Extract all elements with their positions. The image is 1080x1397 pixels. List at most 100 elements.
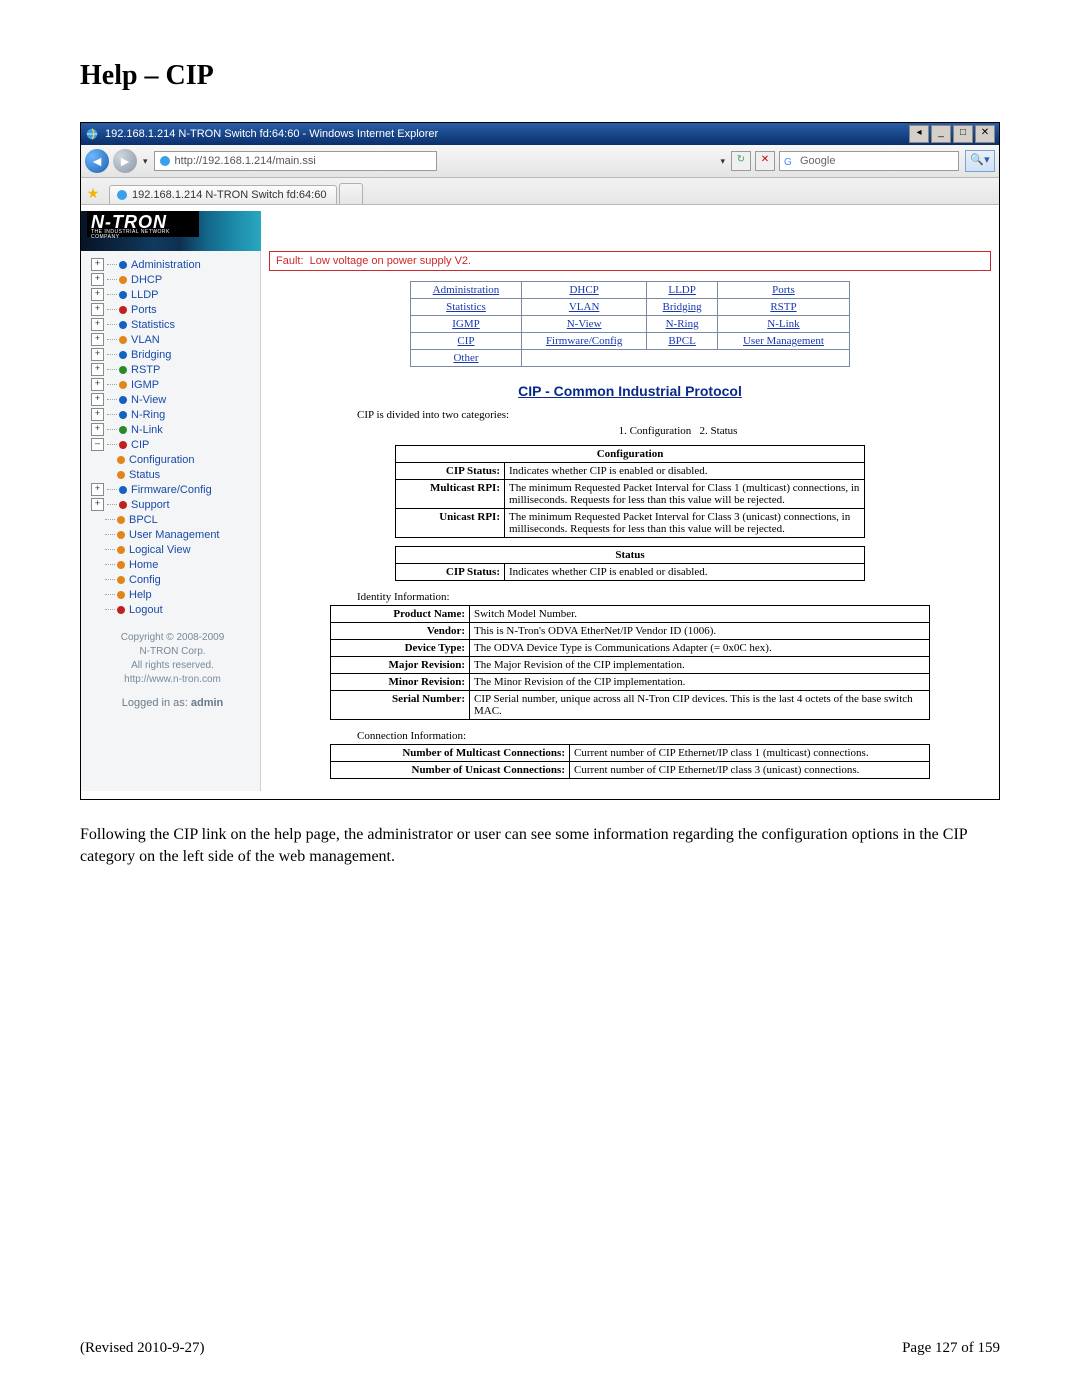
sidebar-item-statistics[interactable]: +Statistics bbox=[89, 317, 256, 332]
sidebar-item-vlan[interactable]: +VLAN bbox=[89, 332, 256, 347]
expand-icon[interactable]: + bbox=[91, 303, 104, 316]
sidebar-item-label: N-View bbox=[131, 394, 166, 406]
tree-spacer bbox=[91, 529, 102, 540]
expand-icon[interactable]: + bbox=[91, 348, 104, 361]
help-link-dhcp[interactable]: DHCP bbox=[569, 284, 598, 296]
help-link-n-view[interactable]: N-View bbox=[567, 318, 602, 330]
connection-section-label: Connection Information: bbox=[357, 730, 999, 742]
sidebar-item-firmware-config[interactable]: +Firmware/Config bbox=[89, 482, 256, 497]
help-link-administration[interactable]: Administration bbox=[433, 284, 500, 296]
sidebar-item-n-link[interactable]: +N-Link bbox=[89, 422, 256, 437]
minimize-button[interactable]: _ bbox=[931, 125, 951, 143]
sidebar-item-n-view[interactable]: + N-View bbox=[89, 392, 256, 407]
help-link-vlan[interactable]: VLAN bbox=[569, 301, 600, 313]
help-link-bpcl[interactable]: BPCL bbox=[668, 335, 696, 347]
sidebar-item-help[interactable]: Help bbox=[89, 587, 256, 602]
tree-spacer bbox=[91, 559, 102, 570]
maximize-button[interactable]: □ bbox=[953, 125, 973, 143]
row-key: Vendor: bbox=[331, 623, 470, 640]
tree-bullet-icon bbox=[119, 321, 127, 329]
sidebar-item-lldp[interactable]: +LLDP bbox=[89, 287, 256, 302]
help-link-other[interactable]: Other bbox=[453, 352, 478, 364]
tree-connector bbox=[105, 534, 115, 535]
help-link-n-ring[interactable]: N-Ring bbox=[666, 318, 699, 330]
sidebar-item-user-management[interactable]: User Management bbox=[89, 527, 256, 542]
row-value: The ODVA Device Type is Communications A… bbox=[470, 640, 930, 657]
help-link-rstp[interactable]: RSTP bbox=[770, 301, 796, 313]
sidebar-item-bpcl[interactable]: BPCL bbox=[89, 512, 256, 527]
expand-icon[interactable]: + bbox=[91, 288, 104, 301]
table-row: Serial Number:CIP Serial number, unique … bbox=[331, 691, 930, 720]
help-link-lldp[interactable]: LLDP bbox=[668, 284, 696, 296]
new-tab-button[interactable] bbox=[339, 183, 363, 204]
revision-text: (Revised 2010-9-27) bbox=[80, 1340, 205, 1357]
sidebar-item-rstp[interactable]: +RSTP bbox=[89, 362, 256, 377]
sidebar-item-bridging[interactable]: + Bridging bbox=[89, 347, 256, 362]
sidebar-item-label: Bridging bbox=[131, 349, 171, 361]
help-link-bridging[interactable]: Bridging bbox=[663, 301, 702, 313]
connection-table: Number of Multicast Connections:Current … bbox=[330, 744, 930, 779]
tree-bullet-icon bbox=[117, 516, 125, 524]
tree-bullet-icon bbox=[117, 456, 125, 464]
sidebar-item-igmp[interactable]: +IGMP bbox=[89, 377, 256, 392]
table-row: Minor Revision:The Minor Revision of the… bbox=[331, 674, 930, 691]
sidebar-item-config[interactable]: Config bbox=[89, 572, 256, 587]
help-link-n-link[interactable]: N-Link bbox=[767, 318, 799, 330]
help-link-statistics[interactable]: Statistics bbox=[446, 301, 486, 313]
expand-icon[interactable]: + bbox=[91, 498, 104, 511]
sidebar-item-label: N-Ring bbox=[131, 409, 165, 421]
browser-tabstrip: ★ 192.168.1.214 N-TRON Switch fd:64:60 bbox=[81, 178, 999, 205]
address-dropdown[interactable]: ▾ bbox=[718, 156, 727, 167]
sidebar-item-status[interactable]: Status bbox=[89, 467, 256, 482]
favorites-icon[interactable]: ★ bbox=[85, 185, 101, 201]
nav-sidebar: + Administration+DHCP+LLDP+Ports+Statisti… bbox=[81, 251, 261, 791]
expand-icon[interactable]: + bbox=[91, 258, 104, 271]
expand-icon[interactable]: + bbox=[91, 423, 104, 436]
sidebar-item-label: Administration bbox=[131, 259, 201, 271]
help-link-cip[interactable]: CIP bbox=[457, 335, 474, 347]
browser-tab[interactable]: 192.168.1.214 N-TRON Switch fd:64:60 bbox=[109, 185, 337, 204]
forward-button[interactable]: ► bbox=[113, 149, 137, 173]
search-go-button[interactable]: 🔍▾ bbox=[965, 150, 995, 172]
expand-icon[interactable]: + bbox=[91, 408, 104, 421]
help-link-firmware-config[interactable]: Firmware/Config bbox=[546, 335, 622, 347]
collapse-icon[interactable]: – bbox=[91, 438, 104, 451]
expand-icon[interactable]: + bbox=[91, 333, 104, 346]
sidebar-item-configuration[interactable]: Configuration bbox=[89, 452, 256, 467]
sidebar-item-logout[interactable]: Logout bbox=[89, 602, 256, 617]
page-favicon-icon bbox=[159, 155, 171, 167]
sidebar-item-ports[interactable]: +Ports bbox=[89, 302, 256, 317]
search-box[interactable]: G Google bbox=[779, 151, 959, 171]
sidebar-item-administration[interactable]: + Administration bbox=[89, 257, 256, 272]
tree-bullet-icon bbox=[119, 306, 127, 314]
expand-icon[interactable]: + bbox=[91, 363, 104, 376]
tree-bullet-icon bbox=[117, 561, 125, 569]
help-link-igmp[interactable]: IGMP bbox=[452, 318, 480, 330]
tree-bullet-icon bbox=[119, 351, 127, 359]
expand-icon[interactable]: + bbox=[91, 318, 104, 331]
nav-history-dropdown[interactable]: ▾ bbox=[141, 156, 150, 167]
refresh-button[interactable]: ↻ bbox=[731, 151, 751, 171]
sidebar-item-cip[interactable]: –CIP bbox=[89, 437, 256, 452]
expand-icon[interactable]: + bbox=[91, 483, 104, 496]
sidebar-item-support[interactable]: +Support bbox=[89, 497, 256, 512]
sidebar-item-logical-view[interactable]: Logical View bbox=[89, 542, 256, 557]
help-link-user-management[interactable]: User Management bbox=[743, 335, 824, 347]
expand-icon[interactable]: + bbox=[91, 378, 104, 391]
close-window-button[interactable]: ✕ bbox=[975, 125, 995, 143]
help-link-ports[interactable]: Ports bbox=[772, 284, 795, 296]
sidebar-item-label: User Management bbox=[129, 529, 220, 541]
sidebar-item-dhcp[interactable]: +DHCP bbox=[89, 272, 256, 287]
address-bar[interactable]: http://192.168.1.214/main.ssi bbox=[154, 151, 437, 171]
table-row: Unicast RPI:The minimum Requested Packet… bbox=[396, 509, 865, 538]
expand-icon[interactable]: + bbox=[91, 393, 104, 406]
configuration-table: ConfigurationCIP Status:Indicates whethe… bbox=[395, 445, 865, 538]
restore-left-button[interactable]: ◂ bbox=[909, 125, 929, 143]
stop-button[interactable]: ✕ bbox=[755, 151, 775, 171]
tree-spacer bbox=[91, 604, 102, 615]
back-button[interactable]: ◄ bbox=[85, 149, 109, 173]
sidebar-item-home[interactable]: Home bbox=[89, 557, 256, 572]
expand-icon[interactable]: + bbox=[91, 273, 104, 286]
sidebar-item-n-ring[interactable]: + N-Ring bbox=[89, 407, 256, 422]
sidebar-item-label: Status bbox=[129, 469, 160, 481]
